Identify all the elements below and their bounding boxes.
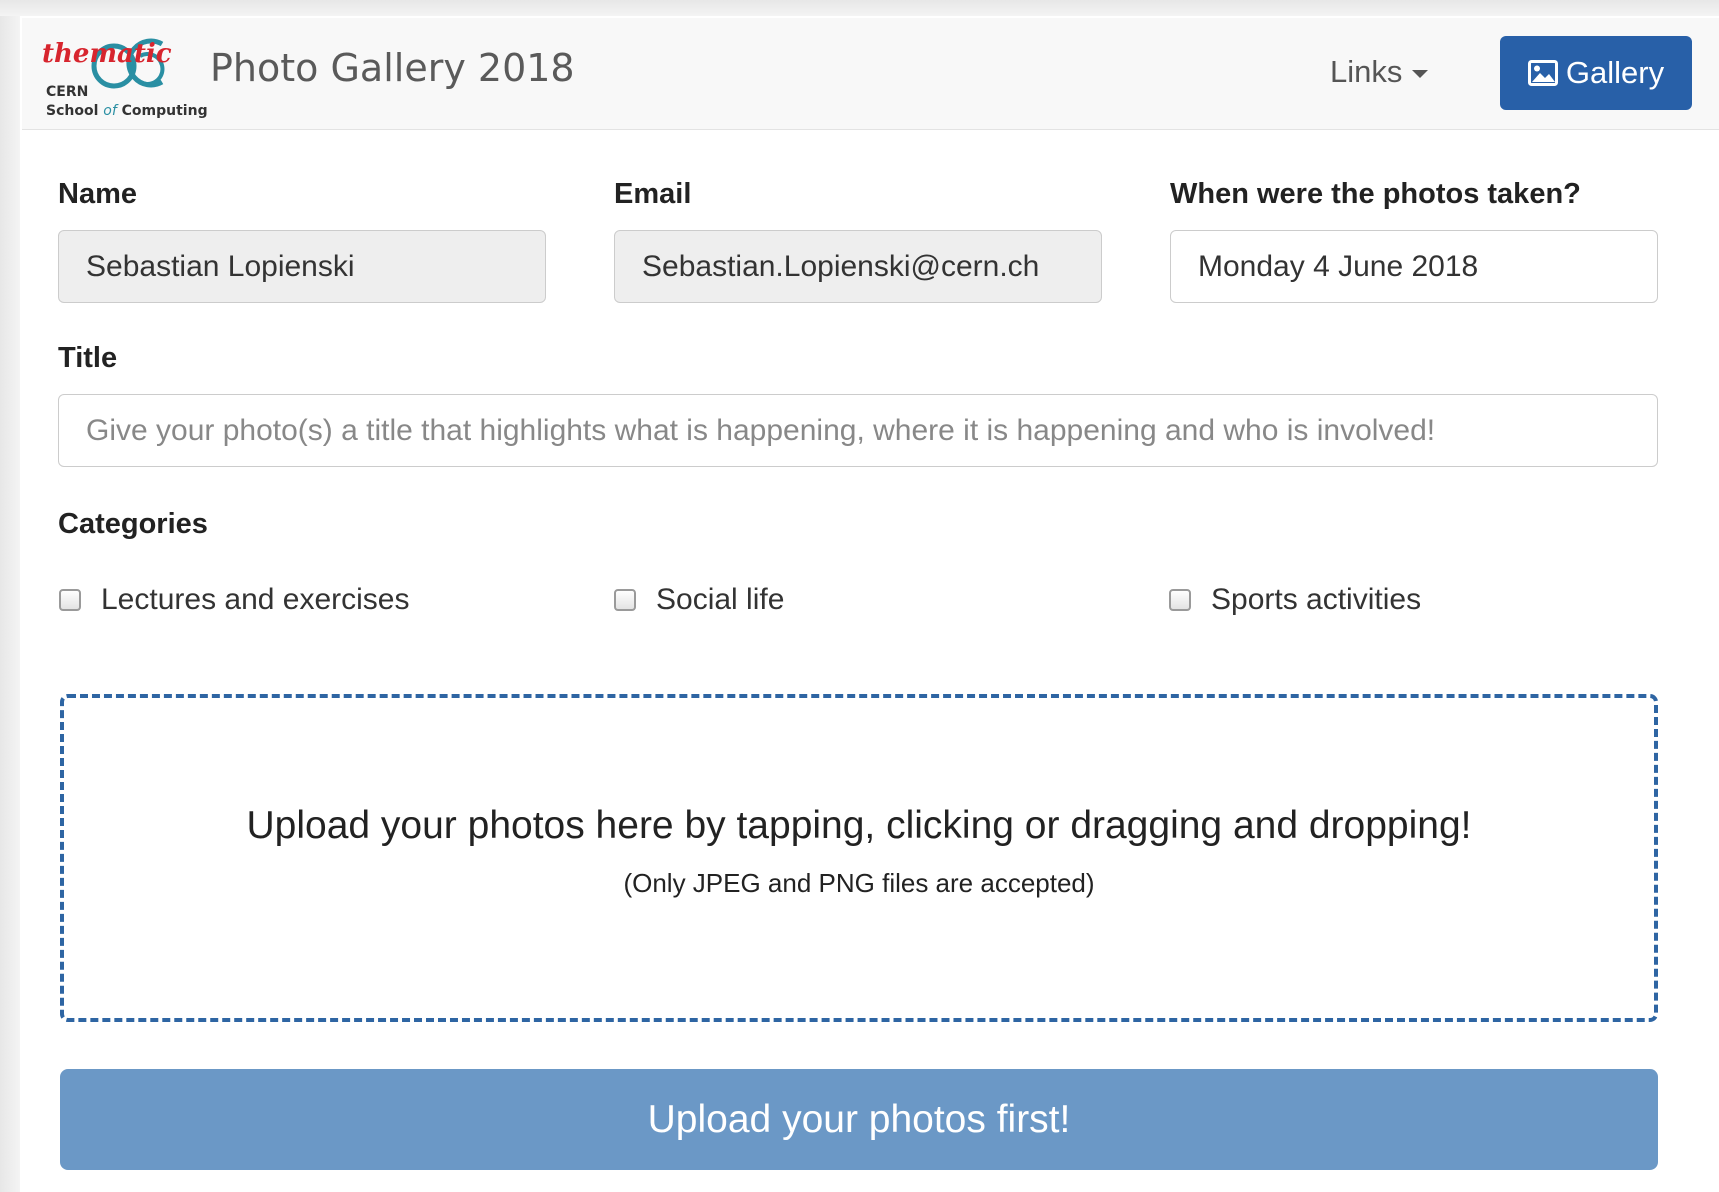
date-label: When were the photos taken? (1170, 178, 1581, 210)
title-label: Title (58, 342, 118, 374)
upload-dropzone[interactable]: Upload your photos here by tapping, clic… (60, 694, 1658, 1022)
picture-icon (1527, 60, 1558, 86)
page-frame: thematic CERN School of Computing Photo … (0, 0, 1719, 1192)
sports-label: Sports activities (1211, 583, 1422, 616)
logo-org-text: CERN (46, 84, 88, 100)
page-title[interactable]: Photo Gallery 2018 (210, 46, 575, 90)
name-field[interactable] (58, 230, 546, 303)
upload-button[interactable]: Upload your photos first! (60, 1069, 1658, 1170)
social-label: Social life (656, 583, 785, 616)
email-field[interactable] (614, 230, 1102, 303)
logo-of-text: of (103, 103, 119, 119)
csc-logo-icon: thematic CERN School of Computing (42, 38, 208, 119)
logo-script-text: thematic (42, 39, 172, 69)
gallery-button[interactable]: Gallery (1500, 36, 1692, 110)
links-label: Links (1330, 54, 1403, 89)
navbar: thematic CERN School of Computing Photo … (22, 18, 1719, 130)
category-lectures[interactable]: Lectures and exercises (59, 583, 410, 617)
date-field[interactable] (1170, 230, 1658, 303)
lectures-checkbox[interactable] (59, 589, 81, 611)
name-label: Name (58, 178, 137, 210)
svg-text:School of: School of Computing (46, 103, 208, 119)
title-input[interactable] (58, 394, 1658, 467)
logo-computing-text: Computing (122, 103, 208, 119)
gallery-label: Gallery (1565, 55, 1665, 90)
lectures-label: Lectures and exercises (101, 583, 410, 616)
category-social[interactable]: Social life (614, 583, 784, 617)
email-label: Email (614, 178, 692, 210)
sports-checkbox[interactable] (1169, 589, 1191, 611)
caret-down-icon (1412, 69, 1429, 78)
dropzone-main-text: Upload your photos here by tapping, clic… (246, 804, 1472, 847)
links-dropdown[interactable]: Links (1330, 54, 1429, 90)
social-checkbox[interactable] (614, 589, 636, 611)
dropzone-sub-text: (Only JPEG and PNG files are accepted) (623, 868, 1095, 898)
logo[interactable]: thematic CERN School of Computing (34, 26, 224, 126)
categories-label: Categories (58, 508, 208, 540)
logo-school-text: School (46, 103, 98, 119)
category-sports[interactable]: Sports activities (1169, 583, 1421, 617)
